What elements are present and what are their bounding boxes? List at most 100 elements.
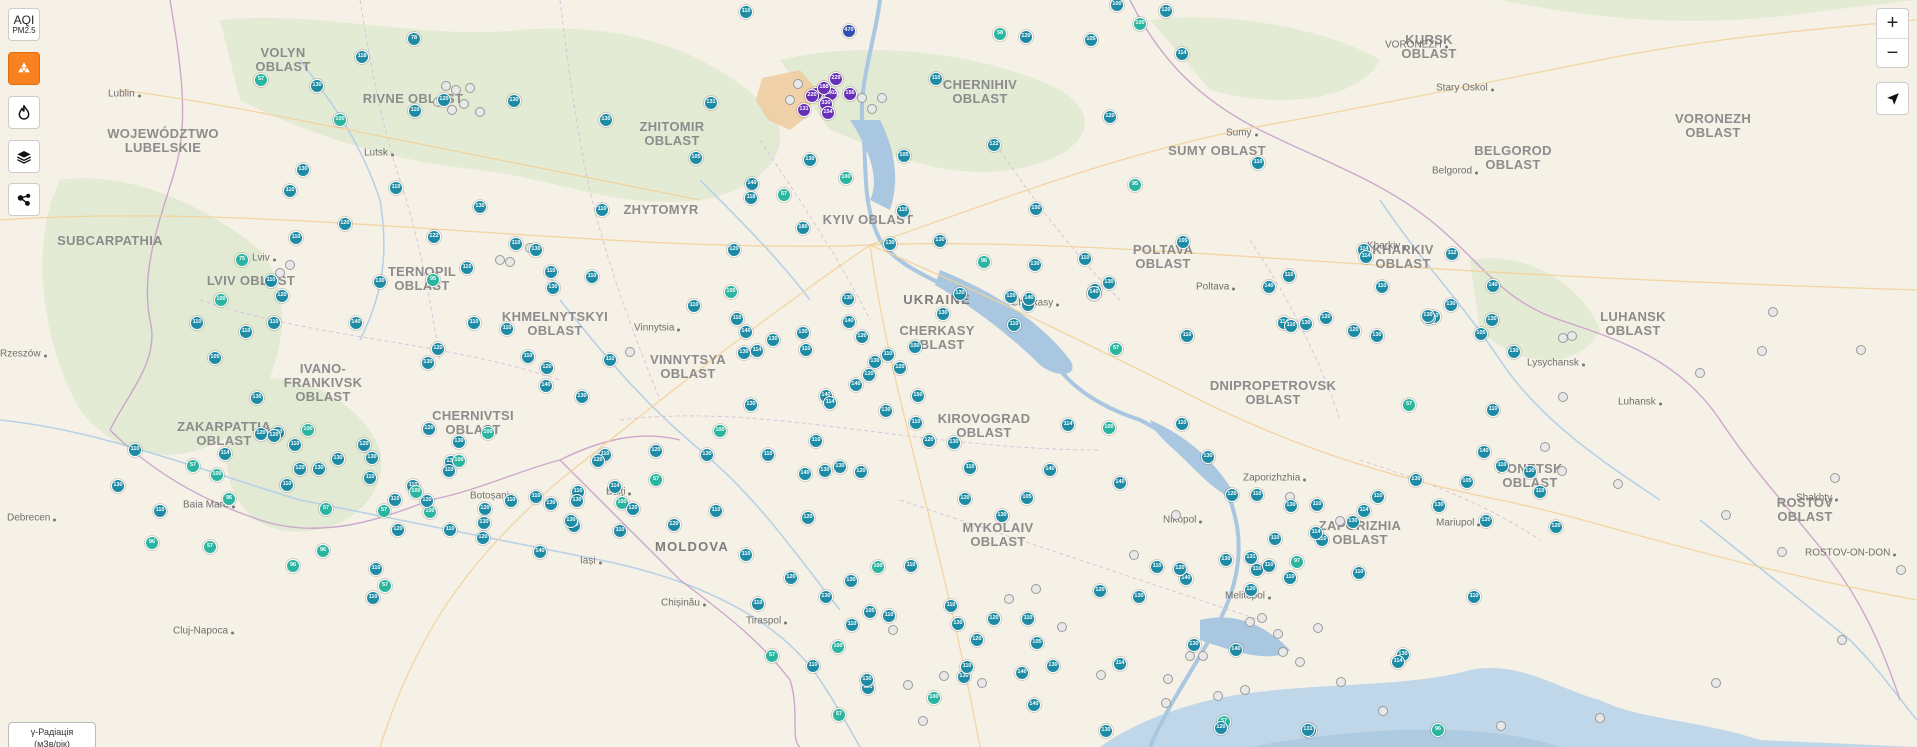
inactive-sensor-marker[interactable] — [1567, 331, 1577, 341]
sensor-marker[interactable]: 110 — [929, 72, 943, 86]
sensor-marker[interactable]: 130 — [951, 617, 965, 631]
sensor-marker[interactable]: 140 — [539, 379, 553, 393]
inactive-sensor-marker[interactable] — [1198, 651, 1208, 661]
sensor-marker[interactable]: 130 — [879, 404, 893, 418]
sensor-marker[interactable]: 120 — [727, 243, 741, 257]
sensor-marker[interactable]: 130 — [1219, 553, 1233, 567]
sensor-marker[interactable]: 130 — [700, 448, 714, 462]
sensor-marker[interactable]: 130 — [744, 398, 758, 412]
sensor-marker[interactable]: 130 — [546, 281, 560, 295]
inactive-sensor-marker[interactable] — [625, 347, 635, 357]
sensor-marker[interactable]: 110 — [500, 322, 514, 336]
inactive-sensor-marker[interactable] — [1161, 698, 1171, 708]
sensor-marker[interactable]: 120 — [1319, 311, 1333, 325]
inactive-sensor-marker[interactable] — [1335, 516, 1345, 526]
sensor-marker[interactable]: 130 — [529, 243, 543, 257]
sensor-marker[interactable]: 120 — [267, 429, 281, 443]
sensor-marker[interactable]: 100 — [210, 468, 224, 482]
sensor-marker[interactable]: 120 — [1173, 562, 1187, 576]
sensor-marker[interactable]: 140 — [1486, 279, 1500, 293]
sensor-marker[interactable]: 110 — [283, 184, 297, 198]
sensor-marker[interactable]: 130 — [1346, 515, 1360, 529]
sensor-marker[interactable]: 140 — [798, 467, 812, 481]
sensor-marker[interactable]: 100 — [831, 640, 845, 654]
sensor-marker[interactable]: 140 — [1043, 463, 1057, 477]
sensor-marker[interactable]: 130 — [1421, 309, 1435, 323]
sensor-marker[interactable]: 130 — [312, 462, 326, 476]
sensor-marker-high[interactable]: 154 — [821, 106, 835, 120]
sensor-marker[interactable]: 57 — [378, 579, 392, 593]
sensor-marker[interactable]: 57 — [832, 708, 846, 722]
sensor-marker[interactable]: 120 — [1159, 4, 1173, 18]
sensor-marker[interactable]: 130 — [1102, 276, 1116, 290]
sensor-marker[interactable]: 130 — [1099, 724, 1113, 738]
sensor-marker[interactable]: 110 — [1150, 560, 1164, 574]
sensor-marker[interactable]: 130 — [421, 356, 435, 370]
sensor-marker[interactable]: 110 — [1180, 329, 1194, 343]
sensor-marker[interactable]: 95 — [426, 273, 440, 287]
radiation-toggle-button[interactable] — [8, 52, 40, 85]
sensor-marker[interactable]: 150 — [908, 340, 922, 354]
sensor-marker[interactable]: 120 — [422, 422, 436, 436]
sensor-marker[interactable]: 130 — [452, 435, 466, 449]
sensor-marker[interactable]: 100 — [301, 423, 315, 437]
sensor-marker[interactable]: 130 — [1444, 298, 1458, 312]
inactive-sensor-marker[interactable] — [1557, 466, 1567, 476]
sensor-marker[interactable]: 130 — [564, 514, 578, 528]
sensor-marker[interactable]: 120 — [784, 571, 798, 585]
sensor-marker[interactable]: 120 — [1479, 514, 1493, 528]
sensor-marker[interactable]: 105 — [1020, 491, 1034, 505]
sensor-marker[interactable]: 130 — [803, 153, 817, 167]
sensor-marker-high[interactable]: 229 — [829, 72, 843, 86]
inactive-sensor-marker[interactable] — [1313, 623, 1323, 633]
sensor-marker[interactable]: 150 — [911, 389, 925, 403]
inactive-sensor-marker[interactable] — [939, 671, 949, 681]
inactive-sensor-marker[interactable] — [1837, 635, 1847, 645]
inactive-sensor-marker[interactable] — [285, 260, 295, 270]
inactive-sensor-marker[interactable] — [1378, 706, 1388, 716]
inactive-sensor-marker[interactable] — [857, 93, 867, 103]
sensor-marker[interactable]: 120 — [953, 287, 967, 301]
sensor-marker[interactable]: 57 — [1402, 398, 1416, 412]
locate-button[interactable] — [1876, 82, 1909, 115]
sensor-marker[interactable]: 110 — [613, 524, 627, 538]
sensor-marker[interactable]: 120 — [1225, 488, 1239, 502]
sensor-marker[interactable]: 110 — [960, 660, 974, 674]
sensor-marker[interactable]: 110 — [881, 348, 895, 362]
sensor-marker[interactable]: 100 — [839, 171, 853, 185]
sensor-marker[interactable]: 120 — [437, 93, 451, 107]
inactive-sensor-marker[interactable] — [1240, 685, 1250, 695]
sensor-marker[interactable]: 120 — [1093, 584, 1107, 598]
sensor-marker[interactable]: 130 — [1187, 638, 1201, 652]
inactive-sensor-marker[interactable] — [877, 93, 887, 103]
sensor-marker[interactable]: 100 — [481, 426, 495, 440]
sensor-marker[interactable]: 114 — [1357, 504, 1371, 518]
sensor-marker[interactable]: 130 — [1485, 313, 1499, 327]
sensor-marker[interactable]: 120 — [478, 502, 492, 516]
sensor-marker[interactable]: 110 — [1251, 156, 1265, 170]
sensor-marker[interactable]: 105 — [689, 151, 703, 165]
inactive-sensor-marker[interactable] — [1496, 721, 1506, 731]
sensor-marker[interactable]: 120 — [1347, 324, 1361, 338]
sensor-marker[interactable]: 110 — [761, 448, 775, 462]
sensor-marker[interactable]: 114 — [1061, 418, 1075, 432]
sensor-marker[interactable]: 57 — [319, 502, 333, 516]
sensor-marker[interactable]: 140 — [533, 545, 547, 559]
sensor-marker[interactable]: 130 — [868, 355, 882, 369]
inactive-sensor-marker[interactable] — [1757, 346, 1767, 356]
sensor-marker[interactable]: 130 — [1299, 317, 1313, 331]
inactive-sensor-marker[interactable] — [1558, 392, 1568, 402]
inactive-sensor-marker[interactable] — [1896, 565, 1906, 575]
sensor-marker[interactable]: 130 — [507, 94, 521, 108]
inactive-sensor-marker[interactable] — [1031, 584, 1041, 594]
sensor-marker[interactable]: 110 — [896, 204, 910, 218]
sensor-marker[interactable]: 130 — [1028, 258, 1042, 272]
sensor-marker[interactable]: 130 — [575, 390, 589, 404]
sensor-marker[interactable]: 140 — [1262, 280, 1276, 294]
sensor-marker[interactable]: 130 — [1432, 499, 1446, 513]
inactive-sensor-marker[interactable] — [867, 104, 877, 114]
sensor-marker[interactable]: 120 — [540, 361, 554, 375]
sensor-marker[interactable]: 110 — [529, 490, 543, 504]
sensor-marker[interactable]: 105 — [1176, 235, 1190, 249]
sensor-marker[interactable]: 110 — [1283, 571, 1297, 585]
